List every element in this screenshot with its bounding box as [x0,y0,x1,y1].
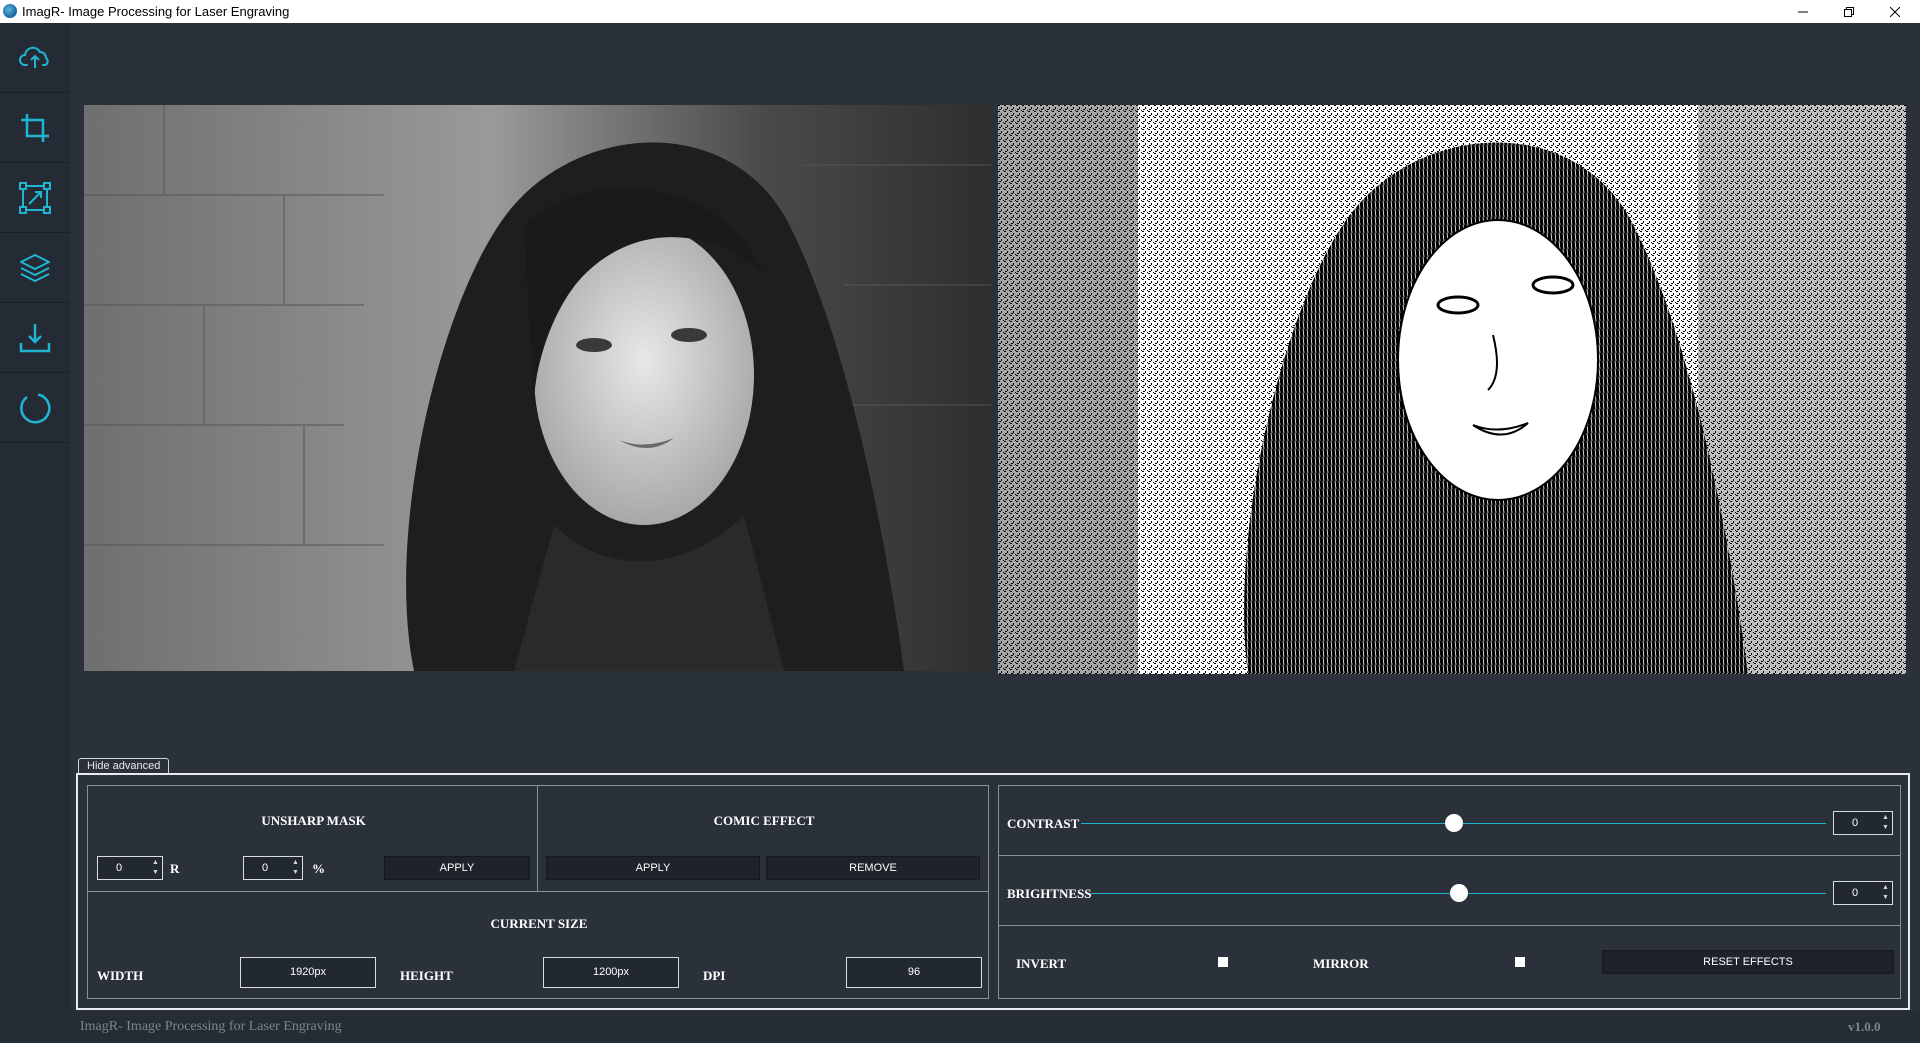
download-button[interactable] [0,303,70,373]
spin-arrows-icon[interactable]: ▲ ▼ [291,858,300,878]
current-size-section: CURRENT SIZE WIDTH 1920px HEIGHT 1200px … [87,891,989,999]
window-title: ImagR- Image Processing for Laser Engrav… [22,4,290,19]
resize-icon [19,181,51,214]
radius-value: 0 [116,862,123,874]
current-size-title: CURRENT SIZE [490,916,588,931]
unsharp-mask-title: UNSHARP MASK [261,813,366,828]
invert-checkbox[interactable] [1218,957,1228,967]
brightness-slider-handle[interactable] [1449,884,1468,902]
percent-value: 0 [262,862,269,874]
processed-image [998,105,1906,674]
radius-unit: R [170,861,180,876]
unsharp-apply-button[interactable]: APPLY [384,856,530,880]
percent-unit: % [312,861,325,876]
upload-button[interactable] [0,23,70,93]
close-icon [1890,6,1900,17]
spin-arrows-icon[interactable]: ▲ ▼ [1881,813,1890,833]
adjustments-section: CONTRAST 0 ▲ ▼ BRIGHTNESS 0 ▲ ▼ INVERT MIR… [998,785,1901,999]
footer-app-title: ImagR- Image Processing for Laser Engrav… [80,1019,342,1034]
reset-button[interactable] [0,373,70,443]
spin-arrows-icon[interactable]: ▲ ▼ [151,858,160,878]
cloud-upload-icon [19,46,49,68]
contrast-label: CONTRAST [1007,816,1080,831]
crop-icon [21,113,49,142]
version-label: v1.0.0 [1848,1019,1881,1034]
close-button[interactable] [1872,0,1918,23]
dpi-field[interactable]: 96 [846,957,982,988]
contrast-slider-handle[interactable] [1444,814,1463,832]
original-image [84,105,991,671]
comic-effect-title: COMIC EFFECT [713,813,815,828]
height-label: HEIGHT [400,968,453,983]
contrast-value: 0 [1852,817,1859,829]
app-logo-icon [3,4,17,18]
reset-effects-button[interactable]: RESET EFFECTS [1602,950,1894,974]
dpi-label: DPI [703,968,726,983]
layers-icon [20,253,50,282]
status-bar: ImagR- Image Processing for Laser Engrav… [0,1011,1920,1043]
contrast-spinbox[interactable]: 0 ▲ ▼ [1833,811,1893,835]
radius-spinbox[interactable]: 0 ▲ ▼ [97,856,163,880]
hide-advanced-toggle[interactable]: Hide advanced [78,758,170,774]
processed-photo [998,105,1906,674]
brightness-spinbox[interactable]: 0 ▲ ▼ [1833,881,1893,905]
percent-spinbox[interactable]: 0 ▲ ▼ [243,856,303,880]
original-photo [84,105,991,671]
restore-icon [1844,6,1854,17]
width-label: WIDTH [97,968,144,983]
divider [999,925,1900,926]
title-bar: ImagR- Image Processing for Laser Engrav… [0,0,1920,23]
unsharp-mask-section: UNSHARP MASK 0 ▲ ▼ R 0 ▲ ▼ % APPLY [87,785,538,892]
brightness-label: BRIGHTNESS [1007,886,1092,901]
mirror-label: MIRROR [1313,956,1369,971]
minimize-button[interactable] [1780,0,1826,23]
minimize-icon [1798,11,1808,12]
width-field[interactable]: 1920px [240,957,376,988]
restore-button[interactable] [1826,0,1872,23]
comic-remove-button[interactable]: REMOVE [766,856,980,880]
spin-arrows-icon[interactable]: ▲ ▼ [1881,883,1890,903]
invert-label: INVERT [1016,956,1067,971]
comic-effect-section: COMIC EFFECT APPLY REMOVE [537,785,989,892]
crop-button[interactable] [0,93,70,163]
brightness-value: 0 [1852,887,1859,899]
mirror-checkbox[interactable] [1515,957,1525,967]
advanced-panel: UNSHARP MASK 0 ▲ ▼ R 0 ▲ ▼ % APPLY COMIC E… [76,773,1910,1010]
download-icon [19,323,51,352]
reset-icon [20,392,51,423]
divider [999,855,1900,856]
comic-apply-button[interactable]: APPLY [546,856,760,880]
sidebar [0,23,70,1043]
layers-button[interactable] [0,233,70,303]
height-field[interactable]: 1200px [543,957,679,988]
resize-button[interactable] [0,163,70,233]
